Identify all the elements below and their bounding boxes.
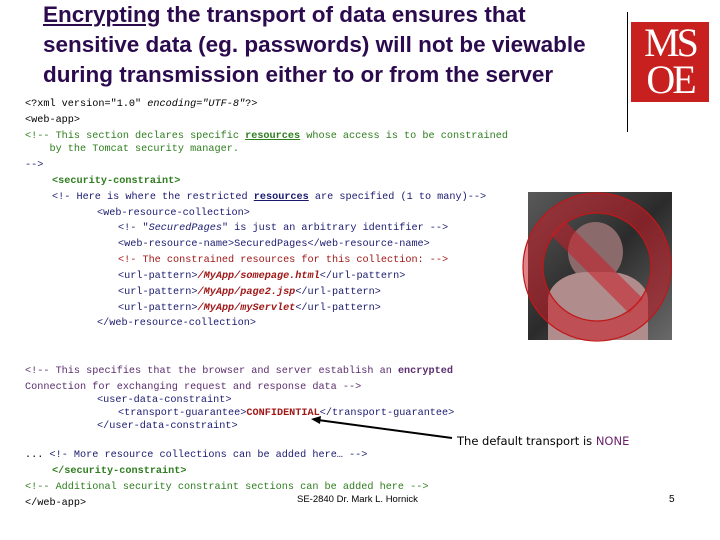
code-line: <url-pattern>/MyApp/myServlet</url-patte… — [118, 303, 381, 314]
code-line: </user-data-constraint> — [97, 421, 238, 432]
prohibited-sign-icon — [522, 192, 672, 342]
annotation-note: The default transport is NONE — [457, 434, 630, 448]
code-line: <!- "SecuredPages" is just an arbitrary … — [118, 223, 449, 234]
xml-code-block: <?xml version="1.0" encoding="UTF-8"?> <… — [0, 0, 508, 509]
code-line: <!- The constrained resources for this c… — [118, 255, 449, 266]
code-line: </security-constraint> — [52, 466, 187, 477]
title-emphasis: Encrypting — [43, 2, 161, 27]
code-line: <web-resource-collection> — [97, 208, 250, 219]
code-line: <!-- This specifies that the browser and… — [25, 366, 453, 377]
code-line: --> — [25, 160, 44, 171]
code-line: <security-constraint> — [52, 176, 181, 187]
msoe-logo: MS OE — [631, 22, 709, 102]
code-line: <!-- Additional security constraint sect… — [25, 482, 429, 493]
title-line-1: Encrypting the transport of data ensures… — [43, 2, 526, 27]
code-line: <url-pattern>/MyApp/page2.jsp</url-patte… — [118, 287, 381, 298]
code-line: <!-- This section declares specific reso… — [25, 131, 508, 142]
footer-text: SE-2840 Dr. Mark L. Hornick — [297, 494, 418, 505]
code-line: <transport-guarantee>CONFIDENTIAL</trans… — [118, 408, 455, 419]
divider-line — [627, 12, 628, 132]
code-line: by the Tomcat security manager. — [25, 144, 239, 155]
slide-title: Encrypting the transport of data ensures… — [43, 0, 633, 90]
code-line: Connection for exchanging request and re… — [25, 382, 362, 393]
page-number: 5 — [669, 494, 675, 505]
code-line: <url-pattern>/MyApp/somepage.html</url-p… — [118, 271, 406, 282]
code-line: <web-resource-name>SecuredPages</web-res… — [118, 239, 430, 250]
title-line-3: during transmission either to or from th… — [43, 62, 554, 87]
code-line: ... <!- More resource collections can be… — [25, 450, 368, 461]
code-line: <user-data-constraint> — [97, 395, 232, 406]
code-line: </web-resource-collection> — [97, 318, 256, 329]
code-line: <?xml version="1.0" encoding="UTF-8"?> — [25, 99, 258, 110]
code-line: </web-app> — [25, 498, 87, 509]
code-line: <web-app> — [25, 115, 81, 126]
title-line-2: sensitive data (eg. passwords) will not … — [43, 32, 586, 57]
code-line: <!- Here is where the restricted resourc… — [52, 192, 487, 203]
